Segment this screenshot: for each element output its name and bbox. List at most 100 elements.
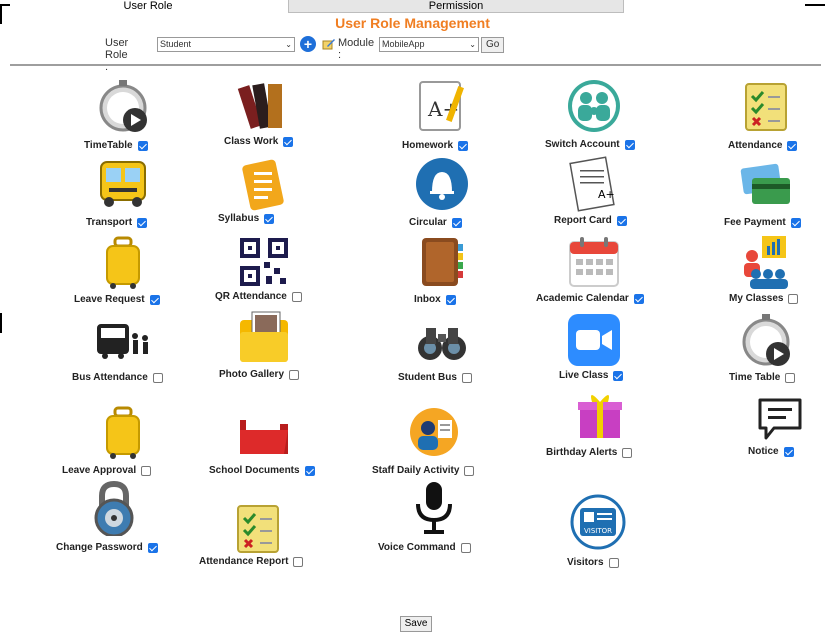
permission-item-my-classes: My Classes xyxy=(729,293,799,304)
permission-label: Notice xyxy=(748,446,779,457)
permission-checkbox-bus-attendance[interactable] xyxy=(152,372,163,383)
permission-checkbox-attendance-report[interactable] xyxy=(293,556,304,567)
tab-bar: User Role Permission xyxy=(10,0,815,13)
permission-checkbox-class-work[interactable] xyxy=(283,136,294,147)
permission-checkbox-attendance[interactable] xyxy=(787,140,798,151)
checklist-icon xyxy=(738,78,794,134)
permission-checkbox-student-bus[interactable] xyxy=(461,372,472,383)
permission-checkbox-leave-approval[interactable] xyxy=(141,465,152,476)
permission-item-voice-command: Voice Command xyxy=(378,542,471,553)
permission-label: Inbox xyxy=(414,294,441,305)
permission-checkbox-circular[interactable] xyxy=(451,217,462,228)
permission-checkbox-timetable[interactable] xyxy=(137,140,148,151)
chevron-down-icon: ⌄ xyxy=(469,40,476,49)
permission-label: TimeTable xyxy=(84,140,133,151)
permission-label: Syllabus xyxy=(218,213,260,224)
qr-code-icon xyxy=(236,234,292,290)
permission-label: Circular xyxy=(409,217,447,228)
credit-card-icon xyxy=(738,156,794,212)
permission-label: Homework xyxy=(402,140,454,151)
gift-icon xyxy=(572,386,628,442)
permission-label: QR Attendance xyxy=(215,291,287,302)
tab-user-role[interactable]: User Role xyxy=(10,0,286,12)
permission-label: Attendance Report xyxy=(199,556,289,567)
staff-activity-icon xyxy=(406,404,462,460)
luggage-icon xyxy=(95,234,151,290)
permission-checkbox-time-table[interactable] xyxy=(785,372,796,383)
permission-item-live-class: Live Class xyxy=(559,370,624,381)
permission-checkbox-live-class[interactable] xyxy=(613,370,624,381)
permission-checkbox-my-classes[interactable] xyxy=(788,293,799,304)
user-role-label: User Role : xyxy=(105,37,129,73)
visitor-badge-icon: VISITOR xyxy=(570,494,626,550)
microphone-icon xyxy=(406,480,462,536)
corner-mark xyxy=(0,313,2,333)
permission-label: My Classes xyxy=(729,293,784,304)
go-button[interactable]: Go xyxy=(481,37,505,53)
folder-photo-icon xyxy=(236,310,292,366)
permission-checkbox-homework[interactable] xyxy=(458,140,469,151)
permission-checkbox-staff-daily-activity[interactable] xyxy=(464,465,475,476)
permission-item-qr-attendance: QR Attendance xyxy=(215,291,302,302)
family-icon xyxy=(566,78,622,134)
permission-label: Transport xyxy=(86,217,133,228)
permission-item-inbox: Inbox xyxy=(414,294,456,305)
page-title: User Role Management xyxy=(335,15,490,31)
permission-item-leave-approval: Leave Approval xyxy=(62,465,152,476)
permission-label: Class Work xyxy=(224,136,279,147)
add-role-button[interactable]: + xyxy=(300,36,316,52)
permission-item-birthday-alerts: Birthday Alerts xyxy=(546,447,633,458)
stopwatch-icon xyxy=(738,312,794,368)
save-button[interactable]: Save xyxy=(400,616,432,632)
permission-label: Staff Daily Activity xyxy=(372,465,460,476)
permission-checkbox-notice[interactable] xyxy=(783,446,794,457)
padlock-icon xyxy=(86,480,142,536)
checklist-icon xyxy=(230,500,286,556)
svg-text:A+: A+ xyxy=(598,188,615,201)
edit-icon[interactable] xyxy=(322,37,336,51)
homework-icon: A+ xyxy=(414,78,470,134)
tab-permission[interactable]: Permission xyxy=(288,0,624,13)
chevron-down-icon: ⌄ xyxy=(285,40,292,49)
permission-label: Student Bus xyxy=(398,372,457,383)
video-camera-icon xyxy=(566,312,622,368)
permission-checkbox-birthday-alerts[interactable] xyxy=(622,447,633,458)
bus-icon xyxy=(95,156,151,212)
permission-checkbox-photo-gallery[interactable] xyxy=(289,369,300,380)
permission-item-notice: Notice xyxy=(748,446,794,457)
divider xyxy=(10,64,821,66)
permission-label: Birthday Alerts xyxy=(546,447,618,458)
module-label: Module : xyxy=(338,37,375,61)
user-role-select[interactable]: Student ⌄ xyxy=(157,37,295,52)
permission-checkbox-report-card[interactable] xyxy=(616,215,627,226)
permission-checkbox-fee-payment[interactable] xyxy=(790,217,801,228)
permission-checkbox-inbox[interactable] xyxy=(445,294,456,305)
permission-checkbox-leave-request[interactable] xyxy=(149,294,160,305)
permission-label: Photo Gallery xyxy=(219,369,285,380)
permission-checkbox-visitors[interactable] xyxy=(608,557,619,568)
module-select[interactable]: MobileApp ⌄ xyxy=(379,37,479,52)
speech-bubble-icon xyxy=(752,392,808,448)
permission-label: Attendance xyxy=(728,140,783,151)
permission-label: Bus Attendance xyxy=(72,372,148,383)
permission-checkbox-qr-attendance[interactable] xyxy=(291,291,302,302)
luggage-icon xyxy=(95,404,151,460)
permission-label: Visitors xyxy=(567,557,604,568)
permission-checkbox-school-documents[interactable] xyxy=(304,465,315,476)
permission-item-leave-request: Leave Request xyxy=(74,294,160,305)
permission-label: Leave Request xyxy=(74,294,145,305)
permission-item-attendance: Attendance xyxy=(728,140,798,151)
stopwatch-icon xyxy=(95,78,151,134)
permission-label: Academic Calendar xyxy=(536,293,629,304)
permission-checkbox-voice-command[interactable] xyxy=(460,542,471,553)
permission-label: Switch Account xyxy=(545,139,620,150)
permission-checkbox-switch-account[interactable] xyxy=(624,139,635,150)
permission-item-timetable: TimeTable xyxy=(84,140,148,151)
permission-checkbox-transport[interactable] xyxy=(137,217,148,228)
permission-checkbox-syllabus[interactable] xyxy=(264,213,275,224)
permission-item-school-documents: School Documents xyxy=(209,465,315,476)
permission-label: Voice Command xyxy=(378,542,456,553)
permission-checkbox-academic-calendar[interactable] xyxy=(633,293,644,304)
permission-checkbox-change-password[interactable] xyxy=(147,542,158,553)
permission-item-change-password: Change Password xyxy=(56,542,158,553)
